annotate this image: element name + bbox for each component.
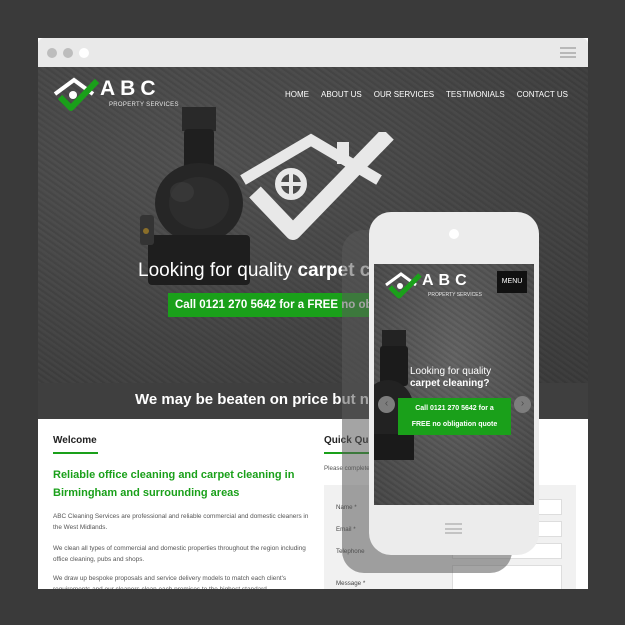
nav-item-contact-us[interactable]: CONTACT US [517, 90, 568, 99]
phone-screen: ABC PROPERTY SERVICES MENU Looking for q… [374, 264, 534, 505]
phone-mockup: ABC PROPERTY SERVICES MENU Looking for q… [369, 212, 539, 555]
welcome-underline [53, 452, 98, 454]
mobile-hero-heading-line2: carpet cleaning? [410, 378, 490, 389]
nav-item-home[interactable]: HOME [285, 90, 309, 99]
mobile-menu-button[interactable]: MENU [497, 271, 527, 293]
site-logo[interactable]: ABC PROPERTY SERVICES [52, 75, 182, 115]
mobile-hero-heading: Looking for quality carpet cleaning? [410, 366, 491, 390]
hamburger-icon[interactable] [560, 47, 576, 58]
main-nav: HOME ABOUT US OUR SERVICES TESTIMONIALS … [285, 90, 568, 99]
mobile-hero-heading-line1: Looking for quality [410, 366, 492, 377]
welcome-paragraph-1: ABC Cleaning Services are professional a… [53, 513, 309, 531]
logo-subtitle: PROPERTY SERVICES [109, 102, 179, 108]
mobile-cta-line2: FREE no obligation quote [411, 421, 498, 428]
phone-camera [449, 229, 459, 239]
nav-item-testimonials[interactable]: TESTIMONIALS [446, 90, 505, 99]
window-dot-close[interactable] [47, 48, 57, 58]
hero-heading-regular: Looking for quality [138, 260, 298, 281]
welcome-heading: Welcome [53, 435, 97, 446]
nav-item-about-us[interactable]: ABOUT US [321, 90, 362, 99]
nav-item-our-services[interactable]: OUR SERVICES [374, 90, 434, 99]
vacuum-image [374, 330, 414, 460]
house-check-logo-icon [385, 272, 422, 299]
mobile-logo-subtitle: PROPERTY SERVICES [428, 292, 482, 298]
message-label: Message * [336, 580, 366, 587]
window-dot-maximize[interactable] [79, 48, 89, 58]
welcome-tagline: Reliable office cleaning and carpet clea… [53, 469, 295, 499]
window-dot-minimize[interactable] [63, 48, 73, 58]
mobile-logo[interactable]: ABC PROPERTY SERVICES [384, 270, 484, 302]
chevron-right-icon[interactable]: › [514, 396, 531, 413]
house-check-logo-icon [53, 77, 100, 111]
chevron-left-icon[interactable]: ‹ [378, 396, 395, 413]
phone-home-button[interactable] [445, 523, 462, 534]
logo-text: ABC [100, 77, 161, 100]
browser-chrome [38, 38, 588, 67]
mobile-call-button[interactable]: Call 0121 270 5642 for a FREE no obligat… [398, 398, 511, 435]
welcome-paragraph-3: We draw up bespoke proposals and service… [53, 575, 287, 589]
welcome-paragraph-2: We clean all types of commercial and dom… [53, 545, 306, 563]
mobile-logo-text: ABC [422, 272, 472, 289]
mobile-cta-line1: Call 0121 270 5642 for a [415, 405, 494, 412]
